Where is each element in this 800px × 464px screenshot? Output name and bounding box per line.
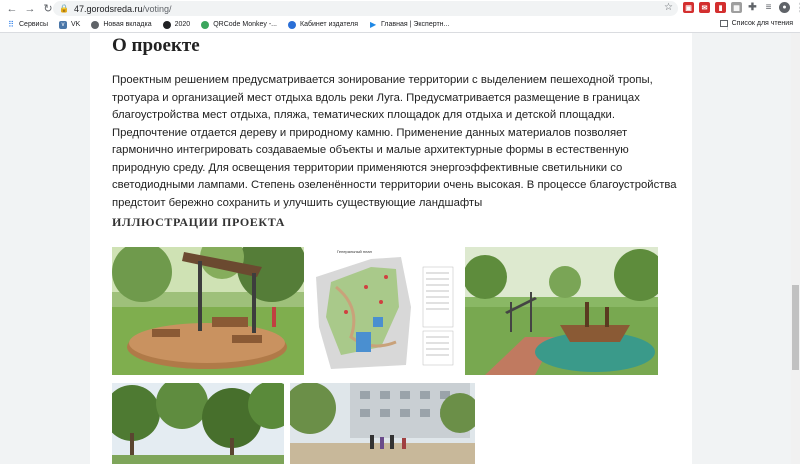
reading-list-button[interactable]: Список для чтения [719, 20, 793, 27]
illustration-master-plan[interactable]: Генеральный план [311, 247, 458, 375]
yandex-icon [288, 20, 296, 29]
url-path: /voting/ [142, 3, 172, 14]
plan-caption: Генеральный план [337, 249, 372, 254]
url-text[interactable]: 47.gorodsreda.ru/voting/ [74, 4, 172, 14]
bookmark-label: QRCode Monkey -... [213, 21, 277, 28]
bookmark-label: 2020 [174, 21, 191, 28]
bookmark-star-icon[interactable]: ☆ [664, 2, 673, 13]
browser-menu-icon[interactable]: ⋮ [795, 2, 800, 14]
back-icon[interactable]: ← [5, 2, 19, 16]
extension-mail-icon[interactable]: ✉ [699, 2, 710, 13]
section-title-illustrations: ИЛЛЮСТРАЦИИ ПРОЕКТА [112, 215, 285, 229]
ball-icon [162, 20, 171, 29]
extension-bookmark-icon[interactable]: ▮ [715, 2, 726, 13]
illustration-pergola[interactable] [112, 247, 304, 375]
bookmark-qrcode[interactable]: QRCode Monkey -... [201, 20, 277, 29]
vk-icon: v [59, 20, 68, 29]
globe-icon [91, 20, 100, 29]
bookmark-label: Главная | Экспертн... [381, 21, 450, 28]
master-plan-image: Генеральный план [311, 247, 458, 375]
project-description: Проектным решением предусматривается зон… [112, 74, 677, 209]
bookmark-expert[interactable]: ▶ Главная | Экспертн... [369, 20, 450, 29]
bookmark-label: Сервисы [19, 21, 49, 28]
bookmark-new-tab[interactable]: Новая вкладка [91, 20, 152, 29]
play-icon: ▶ [369, 20, 377, 29]
bookmarks-bar: ⠿ Сервисы v VK Новая вкладка 2020 QRCode M… [0, 17, 800, 33]
reading-list-icon[interactable]: ≡ [763, 2, 774, 13]
extension-gray-icon[interactable]: ▦ [731, 2, 742, 13]
illustration-trees[interactable] [112, 383, 284, 464]
extension-red-icon[interactable]: ▣ [683, 2, 694, 13]
extensions-puzzle-icon[interactable]: ✚ [747, 2, 758, 13]
address-bar[interactable]: 🔒 47.gorodsreda.ru/voting/ ☆ [53, 1, 678, 16]
browser-toolbar: ← → ↻ 🔒 47.gorodsreda.ru/voting/ ☆ ▣ ✉ ▮… [0, 0, 800, 17]
qr-icon [201, 20, 210, 29]
bookmark-publisher[interactable]: Кабинет издателя [288, 20, 359, 29]
bookmark-label: VK [71, 21, 81, 28]
pergola-image [112, 247, 304, 375]
extensions-area: ▣ ✉ ▮ ▦ ✚ ≡ ● ⋮ [683, 2, 800, 14]
bookmark-2020[interactable]: 2020 [162, 20, 191, 29]
trees-image [112, 383, 284, 464]
lock-icon[interactable]: 🔒 [59, 4, 69, 13]
illustration-walkway[interactable] [290, 383, 475, 464]
profile-avatar-icon[interactable]: ● [779, 2, 790, 13]
page-title: О проекте [112, 35, 200, 56]
playground-image [465, 247, 658, 375]
url-domain: 47.gorodsreda.ru [73, 3, 143, 14]
forward-icon[interactable]: → [23, 2, 37, 16]
walkway-image [290, 383, 475, 464]
bookmark-vk[interactable]: v VK [59, 20, 81, 29]
scrollbar-thumb[interactable] [792, 285, 799, 370]
reading-list-icon [719, 20, 728, 27]
illustration-playground[interactable] [465, 247, 658, 375]
bookmark-label: Кабинет издателя [300, 21, 359, 28]
apps-icon: ⠿ [8, 20, 14, 29]
bookmark-label: Новая вкладка [103, 21, 152, 28]
reading-list-label: Список для чтения [731, 20, 793, 27]
scrollbar-track[interactable] [791, 33, 800, 464]
bookmark-services[interactable]: ⠿ Сервисы [7, 20, 49, 29]
